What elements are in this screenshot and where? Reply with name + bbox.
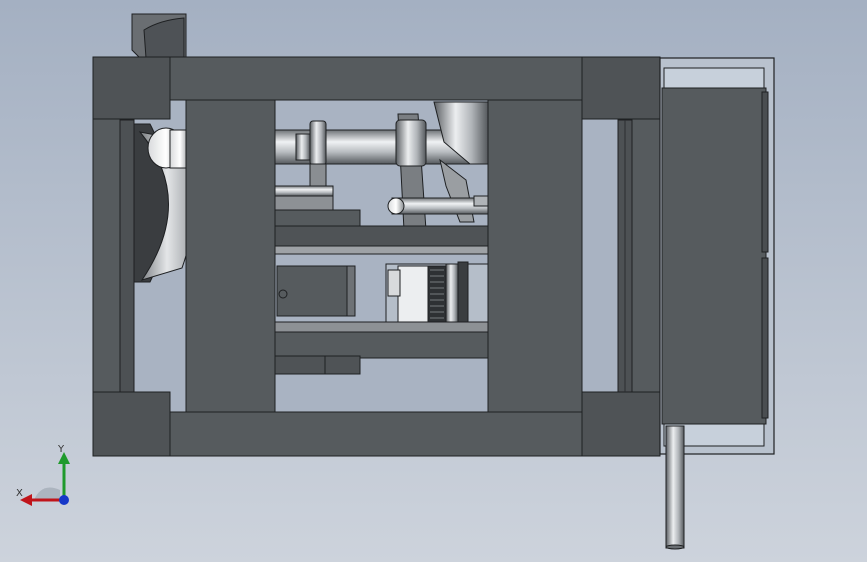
- dish-wheel: [133, 123, 195, 283]
- support-rod: [665, 425, 685, 550]
- left-column: [185, 99, 276, 413]
- top-plate: [131, 13, 187, 59]
- graphics-viewport[interactable]: Y X: [0, 0, 867, 562]
- right-rails: [617, 119, 633, 393]
- y-axis-label: Y: [57, 444, 65, 455]
- right-column: [487, 99, 583, 413]
- mid-compartment: [274, 253, 489, 333]
- cad-model-view[interactable]: [0, 0, 867, 562]
- motor-housing: [659, 57, 775, 455]
- z-axis-indicator: [59, 495, 69, 505]
- orientation-triad: Y X: [16, 444, 70, 506]
- x-axis-label: X: [16, 488, 23, 499]
